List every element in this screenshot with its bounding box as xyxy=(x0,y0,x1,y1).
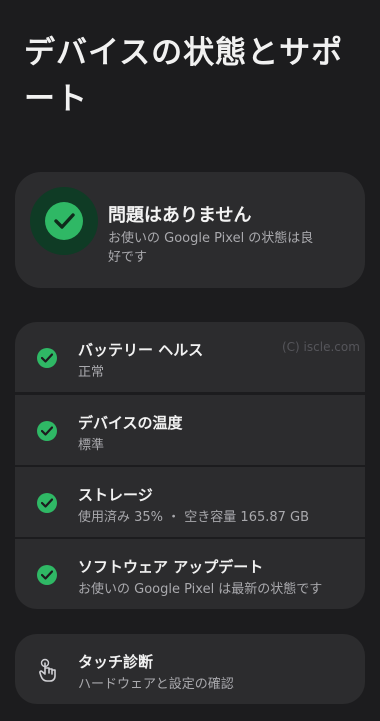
check-item-storage[interactable]: ストレージ 使用済み 35% ・ 空き容量 165.87 GB xyxy=(15,467,365,537)
check-item-label: ソフトウェア アップデート xyxy=(78,558,264,576)
check-item-status: 標準 xyxy=(78,438,105,453)
status-title: 問題はありません xyxy=(108,205,252,226)
page-title: デバイスの状態とサポート xyxy=(24,35,344,117)
check-item-label: デバイスの温度 xyxy=(78,414,183,432)
check-circle-icon xyxy=(37,493,57,513)
check-circle-icon xyxy=(37,421,57,441)
touch-diagnostics-button[interactable]: タッチ診断 ハードウェアと設定の確認 xyxy=(15,634,365,704)
touch-diagnostics-description: ハードウェアと設定の確認 xyxy=(78,677,234,692)
check-item-status: 使用済み 35% ・ 空き容量 165.87 GB xyxy=(78,510,310,525)
status-badge xyxy=(30,187,98,255)
watermark-text: (C) iscle.com xyxy=(282,340,360,354)
check-circle-icon xyxy=(45,202,83,240)
touch-diagnostics-label: タッチ診断 xyxy=(78,653,154,671)
check-item-label: ストレージ xyxy=(78,486,153,504)
check-item-label: バッテリー ヘルス xyxy=(78,341,204,359)
check-item-status: 正常 xyxy=(78,365,105,380)
check-item-device-temperature[interactable]: デバイスの温度 標準 xyxy=(15,395,365,465)
check-circle-icon xyxy=(37,565,57,585)
check-circle-icon xyxy=(37,348,57,368)
check-item-software-update[interactable]: ソフトウェア アップデート お使いの Google Pixel は最新の状態です xyxy=(15,539,365,609)
status-summary-card: 問題はありません お使いの Google Pixel の状態は良好です xyxy=(15,172,365,288)
status-description: お使いの Google Pixel の状態は良好です xyxy=(108,231,314,265)
check-item-battery-health[interactable]: バッテリー ヘルス 正常 xyxy=(15,322,365,392)
touch-hand-icon xyxy=(37,658,59,686)
check-item-status: お使いの Google Pixel は最新の状態です xyxy=(78,582,323,597)
